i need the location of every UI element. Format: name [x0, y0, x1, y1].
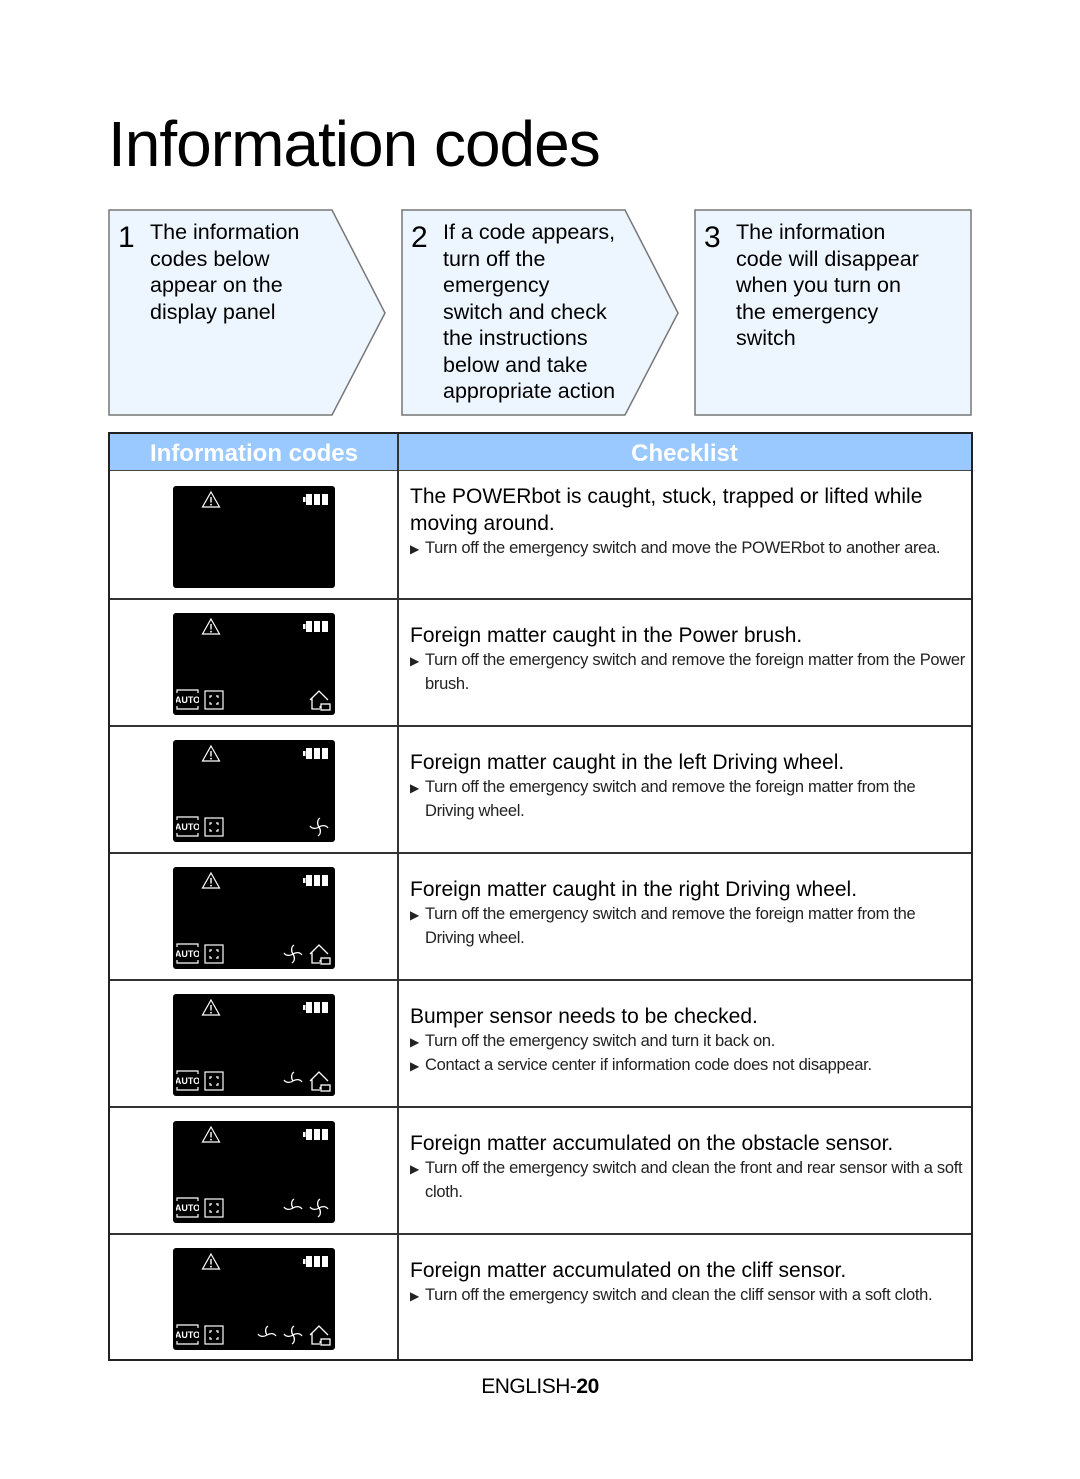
display-panel [173, 486, 335, 588]
header-information-codes: Information codes [149, 440, 359, 467]
svg-text:AUTO: AUTO [176, 695, 199, 705]
checklist-instruction: ▶ Turn off the emergency switch and remov… [410, 776, 965, 823]
svg-text:AUTO: AUTO [176, 1203, 199, 1213]
page-footer: ENGLISH-20 [0, 1375, 1080, 1399]
step-1-box: 1 The information codes below appear on … [108, 209, 388, 416]
checklist-instruction: ▶ Turn off the emergency switch and remov… [410, 903, 965, 950]
display-panel: AUTO [173, 613, 335, 715]
header-checklist: Checklist [631, 440, 738, 467]
step-text: If a code appears, turn off the emergenc… [443, 220, 616, 403]
table-row: The POWERbot is caught, stuck, trapped o… [110, 471, 971, 598]
checklist-title: The POWERbot is caught, stuck, trapped o… [410, 485, 923, 535]
checklist-cell: Foreign matter caught in the left Drivin… [410, 749, 965, 823]
bullet-arrow-icon: ▶ [410, 781, 419, 795]
instruction-text: Turn off the emergency switch and move t… [425, 539, 941, 557]
instruction-text: Turn off the emergency switch and turn i… [425, 1032, 776, 1050]
bullet-arrow-icon: ▶ [410, 1289, 419, 1303]
step-number: 1 [118, 221, 135, 254]
checklist-cell: Bumper sensor needs to be checked. ▶ Turn … [410, 1003, 965, 1078]
checklist-title: Foreign matter accumulated on the obstac… [410, 1132, 894, 1155]
footer-language: ENGLISH- [481, 1375, 577, 1398]
table-row: AUTO Bumper sensor needs to be checked. ▶ T… [110, 979, 971, 1106]
table-header: Information codes Checklist [110, 434, 971, 471]
row-divider [110, 1106, 971, 1108]
table-row: AUTO Foreign matter caught in the Power b… [110, 598, 971, 725]
checklist-cell: Foreign matter accumulated on the obstac… [410, 1130, 965, 1204]
checklist-instruction: ▶ Turn off the emergency switch and clean… [410, 1284, 965, 1308]
svg-text:AUTO: AUTO [176, 949, 199, 959]
svg-text:AUTO: AUTO [176, 1330, 199, 1340]
bullet-arrow-icon: ▶ [410, 1035, 419, 1049]
checklist-instruction: ▶ Contact a service center if information… [410, 1054, 965, 1078]
checklist-instruction: ▶ Turn off the emergency switch and remov… [410, 649, 965, 696]
step-number: 3 [704, 221, 721, 254]
checklist-instruction: ▶ Turn off the emergency switch and clean… [410, 1157, 965, 1204]
svg-text:AUTO: AUTO [176, 1076, 199, 1086]
step-3-box: 3 The information code will disappear wh… [694, 209, 974, 416]
instruction-text: Turn off the emergency switch and clean … [425, 1286, 933, 1304]
bullet-arrow-icon: ▶ [410, 1162, 419, 1176]
step-2-box: 2 If a code appears, turn off the emerge… [401, 209, 681, 416]
bullet-arrow-icon: ▶ [410, 542, 419, 556]
checklist-title: Bumper sensor needs to be checked. [410, 1005, 758, 1028]
row-divider [110, 979, 971, 981]
row-divider [110, 725, 971, 727]
page-number: 20 [576, 1375, 599, 1398]
checklist-title: Foreign matter accumulated on the cliff … [410, 1259, 847, 1282]
checklist-title: Foreign matter caught in the right Drivi… [410, 878, 858, 901]
step-text: The information codes below appear on th… [150, 220, 300, 324]
column-divider [397, 434, 399, 1359]
display-panel: AUTO [173, 1248, 335, 1350]
row-divider [110, 598, 971, 600]
row-divider [110, 1233, 971, 1235]
table-row: AUTO Foreign matter caught in the right D… [110, 852, 971, 979]
instruction-text: Turn off the emergency switch and remove… [425, 905, 916, 947]
instruction-text: Turn off the emergency switch and clean … [425, 1159, 963, 1201]
information-codes-table: Information codes Checklist The POWERbot… [108, 432, 973, 1361]
svg-text:AUTO: AUTO [176, 822, 199, 832]
page-title: Information codes [108, 108, 601, 180]
display-panel: AUTO [173, 1121, 335, 1223]
checklist-instruction: ▶ Turn off the emergency switch and move … [410, 537, 965, 561]
instruction-text: Turn off the emergency switch and remove… [425, 651, 965, 693]
row-divider [110, 852, 971, 854]
checklist-title: Foreign matter caught in the left Drivin… [410, 751, 845, 774]
table-row: AUTO Foreign matter accumulated on the ob… [110, 1106, 971, 1233]
display-panel: AUTO [173, 994, 335, 1096]
step-number: 2 [411, 221, 428, 254]
instruction-text: Turn off the emergency switch and remove… [425, 778, 916, 820]
table-row: AUTO Foreign matter caught in the left Dr… [110, 725, 971, 852]
instruction-text: Contact a service center if information … [425, 1056, 872, 1074]
checklist-cell: The POWERbot is caught, stuck, trapped o… [410, 483, 965, 561]
bullet-arrow-icon: ▶ [410, 908, 419, 922]
checklist-title: Foreign matter caught in the Power brush… [410, 624, 803, 647]
bullet-arrow-icon: ▶ [410, 654, 419, 668]
checklist-cell: Foreign matter caught in the right Drivi… [410, 876, 965, 950]
display-panel: AUTO [173, 740, 335, 842]
checklist-instruction: ▶ Turn off the emergency switch and turn … [410, 1030, 965, 1054]
checklist-cell: Foreign matter caught in the Power brush… [410, 622, 965, 696]
table-row: AUTO Foreign matter accumulated on the cl… [110, 1233, 971, 1360]
display-panel: AUTO [173, 867, 335, 969]
step-text: The information code will disappear when… [736, 220, 919, 350]
bullet-arrow-icon: ▶ [410, 1059, 419, 1073]
checklist-cell: Foreign matter accumulated on the cliff … [410, 1257, 965, 1308]
